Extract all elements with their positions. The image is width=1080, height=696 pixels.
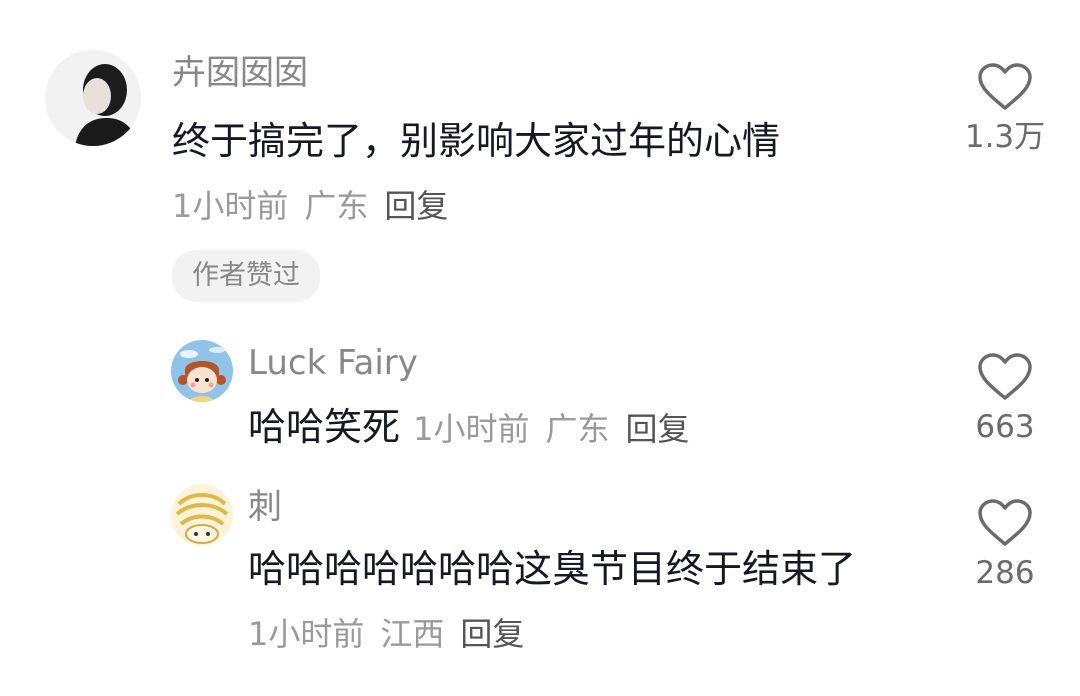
heart-icon (978, 499, 1032, 546)
like-button[interactable]: 1.3万 (950, 62, 1060, 153)
heart-icon (978, 353, 1032, 400)
user-avatar[interactable] (171, 340, 233, 402)
comment-time: 1小时前 (248, 615, 365, 653)
cartoon-girl-avatar-icon (171, 340, 233, 402)
comment-text[interactable]: 哈哈笑死 (248, 405, 400, 449)
reply-button[interactable]: 回复 (626, 410, 690, 448)
like-count: 1.3万 (964, 119, 1046, 155)
reply-button[interactable]: 回复 (384, 187, 448, 225)
like-count: 663 (975, 409, 1035, 445)
like-button[interactable]: 286 (950, 498, 1060, 589)
comment-time: 1小时前 (172, 187, 289, 225)
comment-meta: 1小时前 江西 回复 (248, 618, 524, 650)
comment-location: 广东 (304, 187, 369, 225)
author-liked-badge: 作者赞过 (172, 250, 320, 302)
user-avatar[interactable] (45, 50, 141, 146)
comment-body: 哈哈笑死 1小时前 广东 回复 (248, 408, 690, 446)
username[interactable]: Luck Fairy (248, 346, 418, 380)
reply-button[interactable]: 回复 (460, 615, 524, 653)
comment-location: 广东 (545, 410, 610, 448)
comment-location: 江西 (380, 615, 445, 653)
profile-photo-avatar-icon (45, 50, 141, 146)
comment-meta: 1小时前 广东 回复 (172, 190, 448, 222)
reply-comment-item: 刺 哈哈哈哈哈哈哈这臭节目终于结束了 1小时前 江西 回复 286 (0, 478, 1080, 688)
comment-meta: 1小时前 广东 回复 (413, 410, 689, 448)
username[interactable]: 卉囡囡囡 (172, 56, 308, 90)
reply-comment-item: Luck Fairy 哈哈笑死 1小时前 广东 回复 663 (0, 330, 1080, 470)
username[interactable]: 刺 (248, 490, 282, 524)
cartoon-face-avatar-icon (171, 484, 233, 546)
comment-time: 1小时前 (413, 410, 530, 448)
comment-text[interactable]: 哈哈哈哈哈哈哈这臭节目终于结束了 (248, 550, 856, 588)
heart-icon (978, 63, 1032, 110)
like-count: 286 (975, 555, 1035, 591)
comment-text[interactable]: 终于搞完了，别影响大家过年的心情 (172, 122, 780, 160)
like-button[interactable]: 663 (950, 352, 1060, 443)
comment-item: 卉囡囡囡 终于搞完了，别影响大家过年的心情 1小时前 广东 回复 作者赞过 1.3万 (0, 0, 1080, 320)
user-avatar[interactable] (171, 484, 233, 546)
